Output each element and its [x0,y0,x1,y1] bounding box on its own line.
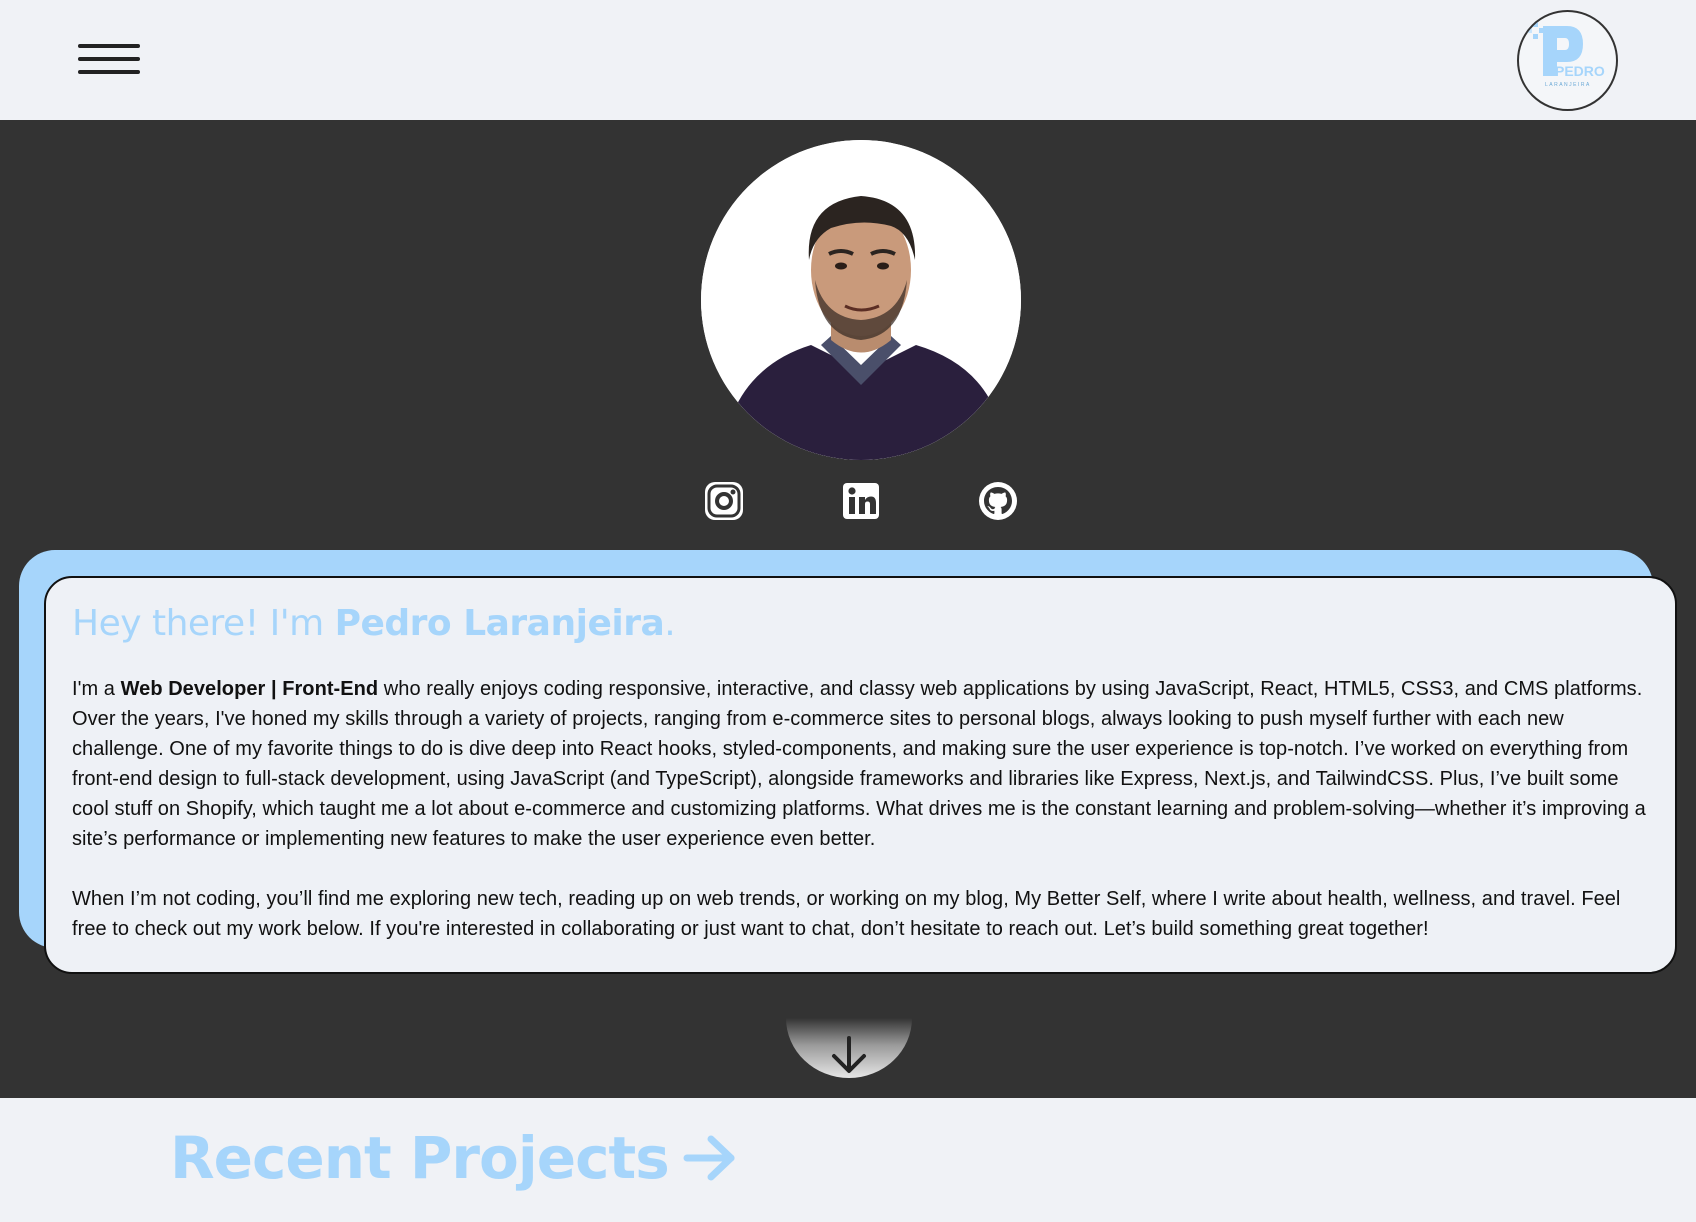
profile-photo [701,140,1021,460]
menu-bar [78,44,140,48]
intro-paragraph-1: I'm a Web Developer | Front-End who real… [72,674,1649,854]
projects-title: Recent Projects [170,1124,670,1192]
greeting-prefix: Hey there! I'm [72,603,335,644]
intro-card: Hey there! I'm Pedro Laranjeira. I'm a W… [44,576,1677,974]
social-links [0,480,1696,526]
arrow-right-icon [683,1135,735,1181]
logo-main-text: PEDRO [1555,63,1605,79]
p1-rest: who really enjoys coding responsive, int… [72,678,1646,850]
intro-role: Web Developer | Front-End [120,678,379,700]
scroll-down-button[interactable] [786,1018,912,1078]
intro-paragraph-2: When I’m not coding, you’ll find me expl… [72,888,1621,940]
intro-heading: Hey there! I'm Pedro Laranjeira. [72,602,1649,646]
logo-mark: PEDRO LARANJEIRA [1527,22,1605,88]
top-header: PEDRO LARANJEIRA [0,0,1696,120]
hamburger-menu-icon[interactable] [78,42,140,78]
intro-name: Pedro Laranjeira [334,603,665,644]
menu-bar [78,70,140,74]
github-icon[interactable] [977,480,1019,522]
linkedin-icon[interactable] [840,480,882,522]
recent-projects-link[interactable]: Recent Projects [170,1118,739,1198]
menu-bar [78,57,140,61]
projects-section: Recent Projects [0,1098,1696,1222]
site-logo[interactable]: PEDRO LARANJEIRA [1517,10,1618,111]
instagram-icon[interactable] [703,480,745,522]
avatar [701,140,1021,460]
greeting-suffix: . [664,603,676,644]
arrow-down-icon [832,1036,866,1073]
logo-sub-text: LARANJEIRA [1545,82,1591,88]
p1-prefix: I'm a [72,678,121,700]
